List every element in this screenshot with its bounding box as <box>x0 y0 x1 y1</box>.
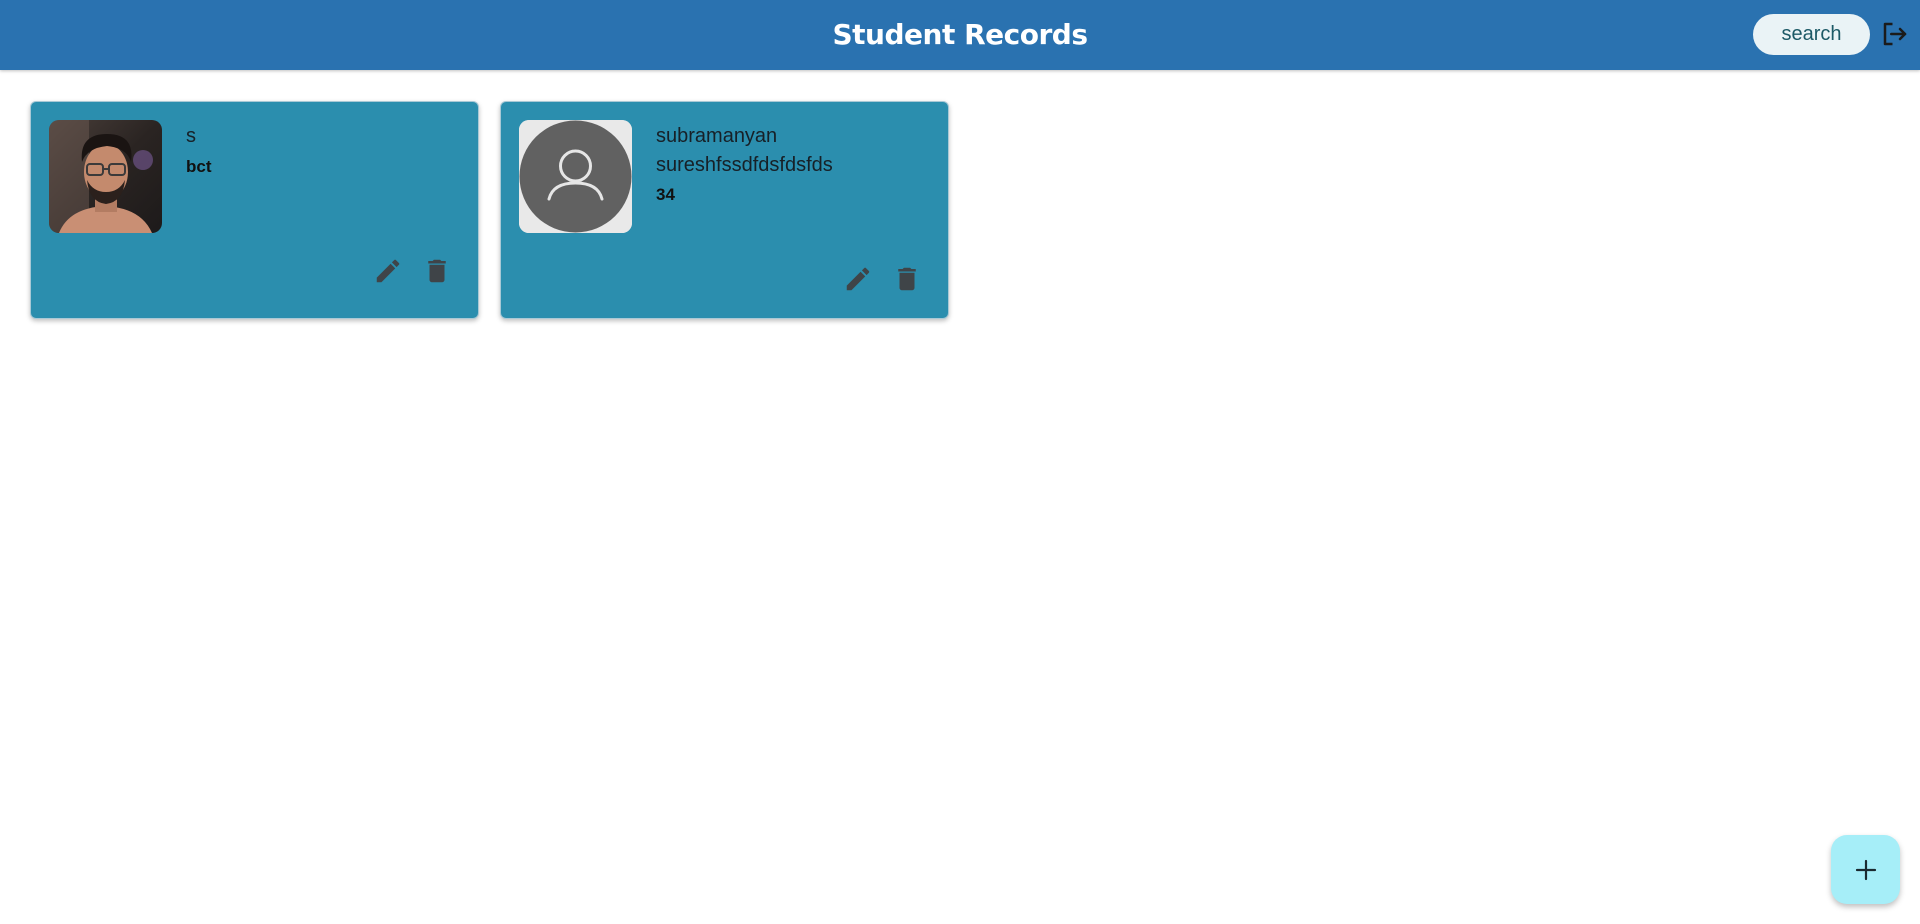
edit-button[interactable] <box>843 264 873 294</box>
plus-icon <box>1855 859 1877 881</box>
delete-button[interactable] <box>892 264 922 294</box>
search-button[interactable]: search <box>1753 14 1870 55</box>
student-detail: 34 <box>656 185 675 204</box>
edit-button[interactable] <box>373 256 403 286</box>
edit-icon <box>376 259 400 283</box>
default-avatar-icon <box>519 120 632 233</box>
logout-icon <box>1883 22 1907 46</box>
delete-icon <box>898 267 916 291</box>
page-title: Student Records <box>832 18 1089 51</box>
student-card[interactable]: s bct <box>30 101 479 319</box>
logout-button[interactable] <box>1880 19 1910 49</box>
add-student-button[interactable] <box>1831 835 1900 904</box>
app-header: Student Records search <box>0 0 1920 70</box>
student-detail: bct <box>186 157 212 176</box>
student-card[interactable]: subramanyan sureshfssdfdsfdsfds 34 <box>500 101 949 319</box>
student-name: subramanyan sureshfssdfdsfdsfds <box>656 125 833 176</box>
student-photo <box>519 120 632 233</box>
delete-icon <box>428 259 446 283</box>
student-name: s <box>186 125 196 147</box>
delete-button[interactable] <box>422 256 452 286</box>
edit-icon <box>846 267 870 291</box>
student-photo <box>49 120 162 233</box>
